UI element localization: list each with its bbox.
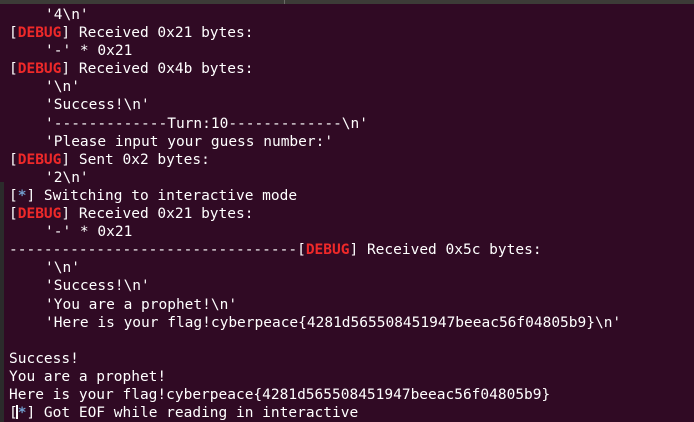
terminal-line: [*] Switching to interactive mode (9, 187, 298, 204)
terminal-line: '\n' (9, 78, 621, 96)
debug-tag: DEBUG (305, 242, 350, 259)
terminal-line: 'Success!\n' (9, 277, 621, 295)
line-text: '-' * 0x21 (45, 224, 133, 241)
line-text: Switching to interactive mode (35, 187, 298, 204)
terminal-line: '\n' (9, 259, 621, 277)
info-tag: * (17, 405, 27, 422)
terminal-line: [*] Got EOF while reading in interactive (9, 405, 359, 422)
line-text: You are a prophet! (9, 368, 167, 385)
line-text: Here is your flag!cyberpeace{4281d565508… (9, 386, 551, 403)
terminal-line: Success! (9, 350, 621, 368)
line-text: '4\n' (45, 7, 89, 23)
window-side-edge (0, 182, 4, 422)
terminal-line: '4\n' (9, 6, 621, 24)
terminal-line: '-' * 0x21 (9, 223, 621, 241)
line-text: '\n' (45, 260, 80, 277)
terminal-line: '2\n' (9, 169, 621, 187)
line-text: Received 0x4b bytes: (70, 61, 254, 78)
terminal-line: You are a prophet! (9, 368, 621, 386)
tab-divider (284, 0, 285, 4)
line-text: Got EOF while reading in interactive (35, 405, 359, 422)
terminal-line: '-' * 0x21 (9, 42, 621, 60)
terminal-output[interactable]: '4\n' [DEBUG] Received 0x21 bytes: '-' * 0… (9, 6, 621, 422)
line-text: 'Please input your guess number:' (45, 133, 334, 150)
terminal-line: [DEBUG] Sent 0x2 bytes: (9, 151, 210, 168)
line-text: 'Success!\n' (45, 278, 150, 295)
debug-tag: DEBUG (17, 206, 62, 223)
line-text: Received 0x5c bytes: (358, 242, 542, 259)
debug-tag: DEBUG (17, 25, 62, 42)
line-text: 'Success!\n' (45, 97, 150, 114)
terminal-line: 'You are a prophet!\n' (9, 296, 621, 314)
line-text: Sent 0x2 bytes: (70, 151, 210, 168)
debug-tag: DEBUG (17, 151, 62, 168)
terminal-line: Here is your flag!cyberpeace{4281d565508… (9, 386, 621, 404)
terminal-line: 'Please input your guess number:' (9, 133, 621, 151)
terminal-line: [DEBUG] Received 0x21 bytes: (9, 206, 254, 223)
line-text: '-------------Turn:10-------------\n' (45, 115, 369, 132)
line-text: Success! (9, 350, 79, 367)
debug-tag: DEBUG (17, 61, 62, 78)
terminal-line: [DEBUG] Received 0x4b bytes: (9, 61, 254, 78)
terminal-line: 'Here is your flag!cyberpeace{4281d56550… (9, 314, 621, 332)
line-text: Received 0x21 bytes: (70, 206, 254, 223)
line-text: '\n' (45, 79, 80, 96)
info-tag: * (17, 187, 27, 204)
terminal-line: '-------------Turn:10-------------\n' (9, 115, 621, 133)
line-text: 'You are a prophet!\n' (45, 296, 238, 313)
window-top-edge (0, 0, 694, 4)
line-text: '-' * 0x21 (45, 43, 133, 60)
terminal-line: 'Success!\n' (9, 96, 621, 114)
line-text: 'Here is your flag!cyberpeace{4281d56550… (45, 314, 622, 331)
line-text: Received 0x21 bytes: (70, 25, 254, 42)
line-text: '2\n' (45, 169, 89, 186)
terminal-line: [DEBUG] Received 0x21 bytes: (9, 25, 254, 42)
dash-separator: --------------------------------- (9, 242, 298, 259)
terminal-line: ---------------------------------[DEBUG]… (9, 242, 542, 259)
